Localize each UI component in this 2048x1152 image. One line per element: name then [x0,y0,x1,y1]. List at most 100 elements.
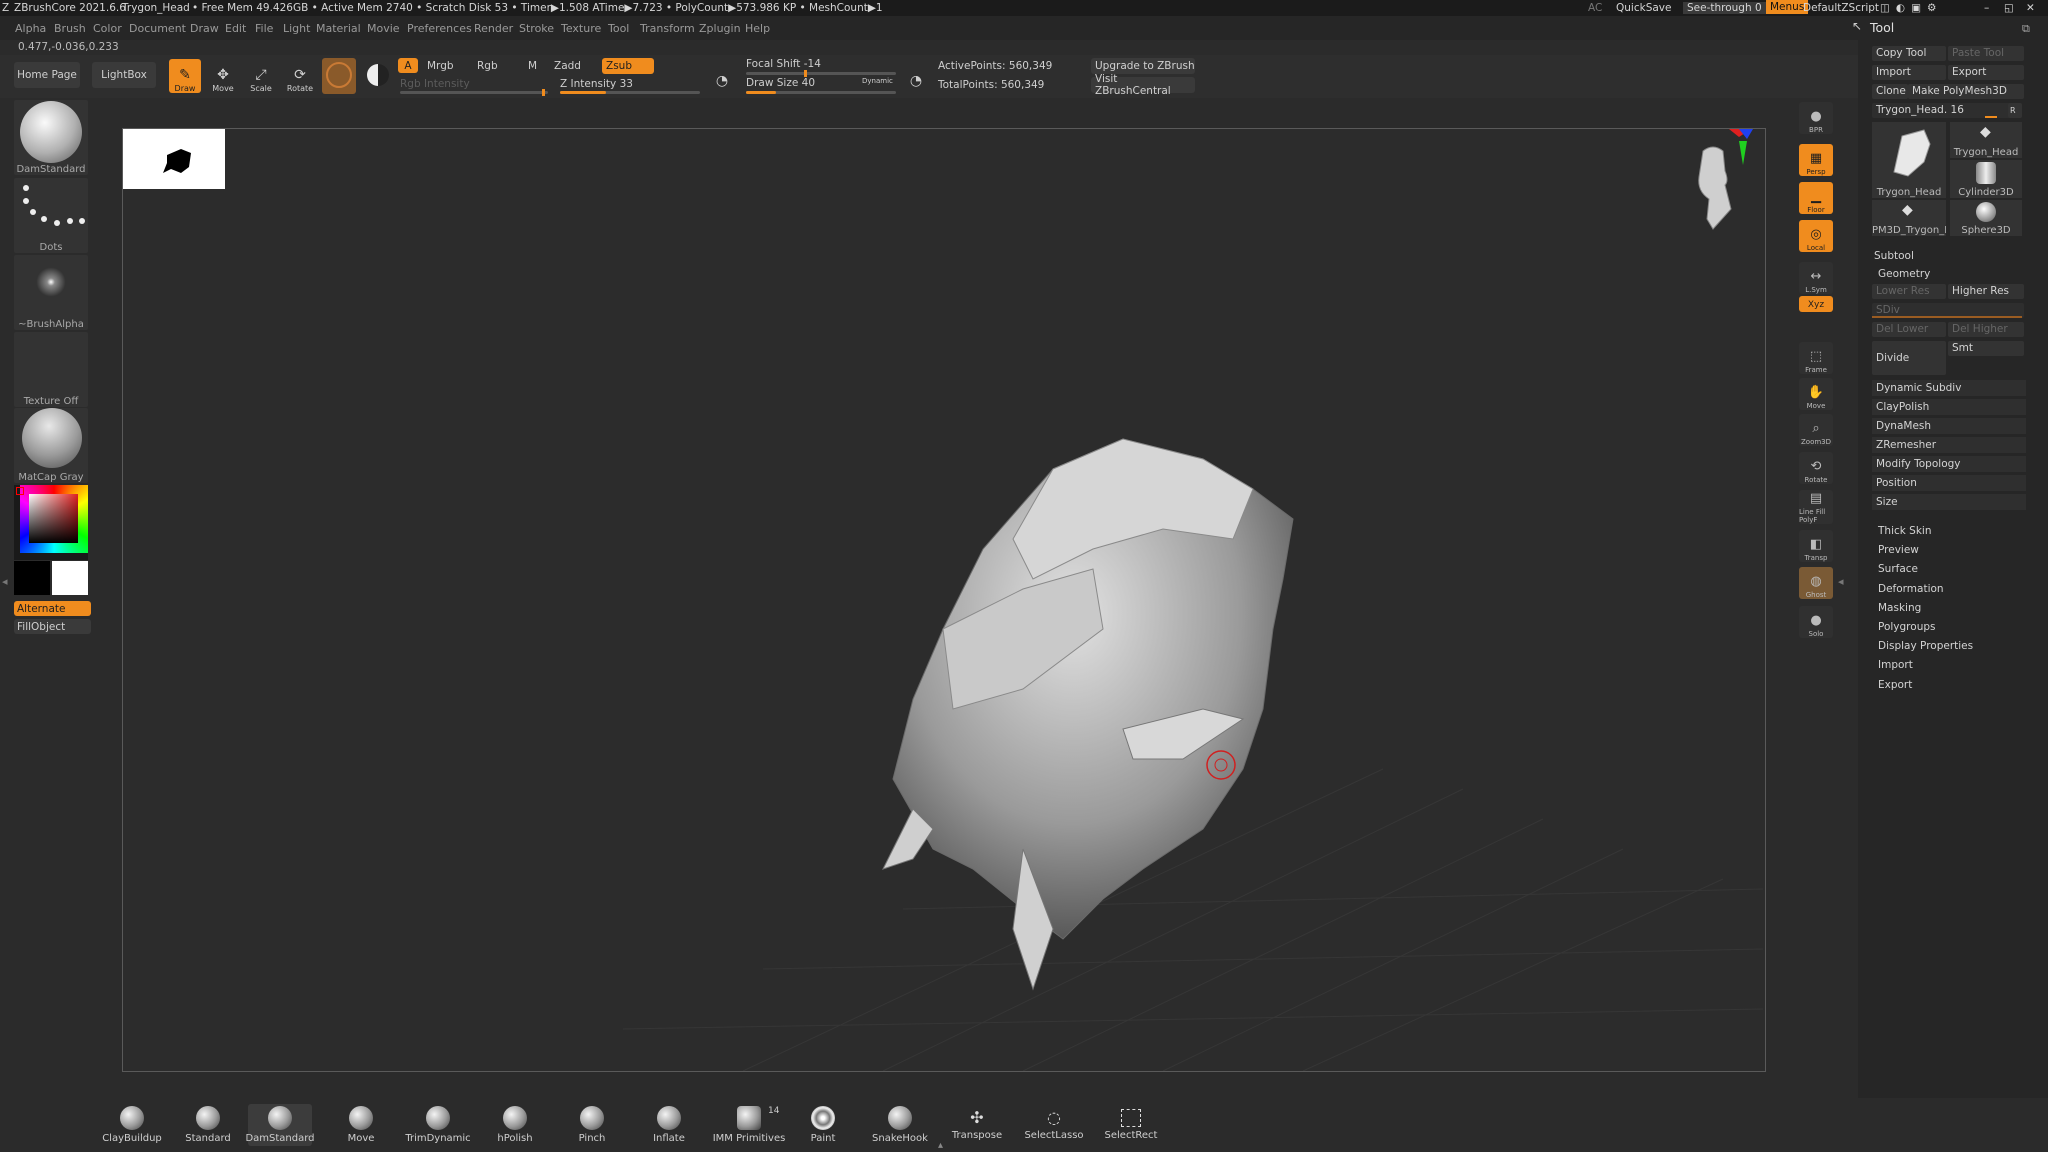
claypolish-item[interactable]: ClayPolish [1872,399,2026,415]
brush-paint[interactable]: Paint [791,1104,855,1146]
dynamic-toggle[interactable]: Dynamic [862,77,893,85]
draw-mode-button[interactable]: ✎ Draw [169,59,201,93]
color-picker[interactable] [14,485,88,560]
brush-move[interactable]: Move [329,1104,393,1146]
zsub-button[interactable]: Zsub [602,58,654,74]
palette-popout-icon[interactable]: ⧉ [2022,22,2030,36]
close-icon[interactable]: ✕ [2026,2,2035,14]
bpr-render-button[interactable]: ● BPR [1799,102,1833,134]
del-higher-button[interactable]: Del Higher [1948,322,2024,337]
menu-color[interactable]: Color [93,22,122,35]
saturation-square[interactable] [29,494,78,543]
navigation-head-icon[interactable] [1673,129,1753,239]
z-intensity-slider[interactable]: Z Intensity 33 [560,78,633,90]
brush-pinch[interactable]: Pinch [560,1104,624,1146]
deformation-section[interactable]: Deformation [1878,581,2028,597]
right-tray-arrow-icon[interactable]: ◂ [1838,575,1844,588]
higher-res-button[interactable]: Higher Res [1948,284,2024,299]
zadd-button[interactable]: Zadd [554,60,581,72]
import-section[interactable]: Import [1878,657,2028,673]
material-preview-button[interactable] [322,58,356,94]
brush-damstandard[interactable]: DamStandard [245,1104,315,1146]
tool-import-button[interactable]: Import [1872,65,1946,80]
window-tools-icons[interactable]: ◫◐▣⚙ [1880,2,1942,14]
menu-render[interactable]: Render [474,22,513,35]
menu-material[interactable]: Material [316,22,361,35]
default-zscript-button[interactable]: DefaultZScript [1803,2,1879,14]
fillobject-button[interactable]: FillObject [14,619,91,634]
clone-button[interactable]: Clone [1872,84,1908,99]
rgb-intensity-slider[interactable]: Rgb Intensity [400,78,470,90]
trygon-head-model[interactable] [823,429,1423,1049]
frame-button[interactable]: ⬚ Frame [1799,342,1833,374]
lightbox-button[interactable]: LightBox [92,62,156,88]
draw-size-slider[interactable]: Draw Size 40 [746,77,815,89]
thick-skin-section[interactable]: Thick Skin [1878,523,2028,539]
brush-inflate[interactable]: Inflate [637,1104,701,1146]
tool-thumb-sphere[interactable]: Sphere3D [1950,200,2022,236]
brush-selectrect[interactable]: SelectRect [1099,1104,1163,1146]
make-polymesh-button[interactable]: Make PolyMesh3D [1908,84,2024,99]
home-page-button[interactable]: Home Page [14,62,80,88]
lsym-toggle[interactable]: ↔ L.Sym [1799,262,1833,294]
masking-section[interactable]: Masking [1878,600,2028,616]
polygroups-section[interactable]: Polygroups [1878,619,2028,635]
transp-toggle[interactable]: ◧ Transp [1799,530,1833,562]
r-button[interactable]: R [2008,103,2022,118]
menus-toggle[interactable]: Menus [1766,0,1809,14]
menu-draw[interactable]: Draw [190,22,219,35]
move-mode-button[interactable]: ✥ Move [207,59,239,93]
menu-document[interactable]: Document [129,22,186,35]
bottom-tray-arrow-icon[interactable]: ▴ [938,1140,943,1151]
tool-thumb-cylinder[interactable]: Cylinder3D [1950,160,2022,198]
menu-light[interactable]: Light [283,22,310,35]
brush-thumbnail[interactable]: DamStandard [14,100,88,175]
a-toggle[interactable]: A [398,58,418,73]
alpha-thumbnail[interactable]: ~BrushAlpha [14,255,88,330]
subtool-section[interactable]: Subtool [1874,248,2024,264]
zremesher-item[interactable]: ZRemesher [1872,437,2026,453]
position-item[interactable]: Position [1872,475,2026,491]
menu-stroke[interactable]: Stroke [519,22,554,35]
gizmo-toggle-button[interactable] [362,58,394,92]
ghost-toggle[interactable]: ◍ Ghost [1799,567,1833,599]
export-section[interactable]: Export [1878,677,2028,693]
alternate-button[interactable]: Alternate [14,601,91,616]
geometry-section[interactable]: Geometry [1878,266,2028,282]
document-canvas[interactable] [122,128,1766,1072]
menu-zplugin[interactable]: Zplugin [699,22,741,35]
divide-button[interactable]: Divide [1872,341,1946,375]
mrgb-button[interactable]: Mrgb [427,60,454,72]
texture-thumbnail[interactable]: Texture Off [14,332,88,407]
paste-tool-button[interactable]: Paste Tool [1948,46,2024,61]
polyf-toggle[interactable]: ▤ Line Fill PolyF [1799,490,1833,524]
display-properties-section[interactable]: Display Properties [1878,638,2028,654]
focal-shift-toggle[interactable]: ◔ [708,62,736,90]
brush-trimdynamic[interactable]: TrimDynamic [405,1104,471,1146]
dynamic-dial-toggle[interactable]: ◔ [902,62,930,90]
brush-snakehook[interactable]: SnakeHook [868,1104,932,1146]
dynamesh-item[interactable]: DynaMesh [1872,418,2026,434]
minimize-icon[interactable]: – [1984,2,1989,14]
menu-alpha[interactable]: Alpha [15,22,46,35]
stroke-thumbnail[interactable]: Dots [14,178,88,253]
lower-res-button[interactable]: Lower Res [1872,284,1946,299]
brush-selectlasso[interactable]: ◌ SelectLasso [1022,1104,1086,1146]
menu-file[interactable]: File [255,22,273,35]
brush-claybuildup[interactable]: ClayBuildup [100,1104,164,1146]
xyz-toggle[interactable]: Xyz [1799,296,1833,312]
rotate-mode-button[interactable]: ⟳ Rotate [284,59,316,93]
preview-section[interactable]: Preview [1878,542,2028,558]
see-through-slider[interactable]: See-through 0 [1683,2,1766,14]
smt-toggle[interactable]: Smt [1948,341,2024,356]
menu-transform[interactable]: Transform [640,22,695,35]
brush-transpose[interactable]: ✣ Transpose [945,1104,1009,1146]
menu-movie[interactable]: Movie [367,22,400,35]
modify-topology-item[interactable]: Modify Topology [1872,456,2026,472]
focal-shift-slider[interactable]: Focal Shift -14 [746,58,821,70]
restore-icon[interactable]: ◱ [2004,2,2014,14]
tool-thumb-trygon[interactable]: ◆ Trygon_Head [1950,122,2022,158]
menu-help[interactable]: Help [745,22,770,35]
persp-toggle[interactable]: ▦ Persp [1799,144,1833,176]
size-item[interactable]: Size [1872,494,2026,510]
